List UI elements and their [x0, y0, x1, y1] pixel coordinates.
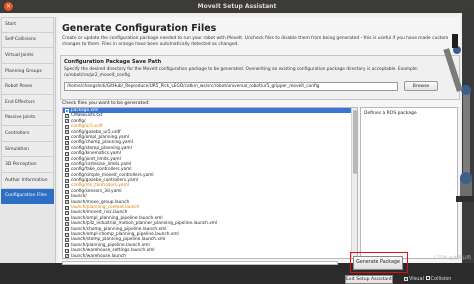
file-row[interactable]: ✓launch/warehouse.launch — [63, 254, 357, 259]
file-checkbox[interactable]: ✓ — [65, 200, 69, 204]
robot-upper-arm — [463, 88, 470, 180]
file-checkbox[interactable]: ✓ — [65, 114, 69, 118]
sidebar-item[interactable]: Robot Poses — [1, 79, 54, 95]
file-checkbox[interactable]: ✓ — [65, 184, 69, 188]
generate-package-button[interactable]: Generate Package — [353, 256, 403, 270]
file-checkbox[interactable]: ✓ — [65, 238, 69, 242]
file-checkbox[interactable]: ✓ — [65, 146, 69, 150]
save-path-subtext: Specify the desired directory for the Mo… — [64, 67, 458, 78]
file-checkbox[interactable]: ✓ — [65, 195, 69, 199]
file-checkbox[interactable]: ✓ — [65, 125, 69, 129]
file-checkbox[interactable]: ✓ — [65, 168, 69, 172]
save-path-group: Configuration Package Save Path Specify … — [60, 55, 460, 100]
window-title: MoveIt Setup Assistant — [0, 3, 474, 10]
scrollbar-thumb[interactable] — [353, 110, 357, 174]
file-checkbox[interactable]: ✓ — [65, 119, 69, 123]
rviz-toggles: ✓Visual Collision — [404, 276, 451, 282]
file-checkbox[interactable]: ✓ — [65, 243, 69, 247]
file-checkbox[interactable]: ✓ — [65, 227, 69, 231]
sidebar-nav: StartSelf-CollisionsVirtual JointsPlanni… — [0, 17, 56, 263]
sidebar-item[interactable]: 3D Perception — [1, 157, 54, 173]
progress-bar — [62, 261, 338, 265]
files-list[interactable]: ✓package.xml✓CMakeLists.txt✓config/✓conf… — [62, 107, 358, 259]
file-checkbox[interactable]: ✓ — [65, 206, 69, 210]
file-checkbox[interactable]: ✓ — [65, 190, 69, 194]
sidebar-item[interactable]: Controllers — [1, 126, 54, 142]
sidebar-item[interactable]: Passive Joints — [1, 111, 54, 127]
robot-gripper — [452, 34, 458, 48]
sidebar-item[interactable]: Virtual Joints — [1, 48, 54, 64]
file-checkbox[interactable]: ✓ — [65, 152, 69, 156]
robot-arm-preview — [420, 28, 474, 228]
file-checkbox[interactable]: ✓ — [65, 217, 69, 221]
page-description: Create or update the configuration packa… — [62, 36, 460, 48]
page-title: Generate Configuration Files — [62, 23, 216, 34]
file-checkbox[interactable]: ✓ — [65, 249, 69, 253]
save-path-input[interactable]: /home/changshidi/GitHub/_Reproduce/UR5_P… — [64, 82, 398, 91]
file-checkbox[interactable]: ✓ — [65, 130, 69, 134]
file-checkbox[interactable]: ✓ — [65, 222, 69, 226]
file-checkbox[interactable]: ✓ — [65, 254, 69, 258]
watermark: CSDN @大鼻公鸡 — [434, 255, 471, 261]
setup-assistant-window: StartSelf-CollisionsVirtual JointsPlanni… — [0, 13, 462, 263]
file-name: launch/warehouse.launch — [71, 254, 126, 259]
window-titlebar: ✕ MoveIt Setup Assistant — [0, 0, 474, 13]
file-checkbox[interactable]: ✓ — [65, 163, 69, 167]
robot-shoulder-joint — [460, 172, 472, 184]
file-checkbox[interactable]: ✓ — [65, 179, 69, 183]
files-list-label: Check files you want to be generated: — [62, 101, 150, 106]
main-panel: Generate Configuration Files Create or u… — [58, 17, 460, 263]
robot-forearm — [443, 48, 462, 92]
sidebar-item[interactable]: Simulation — [1, 142, 54, 158]
visual-label: Visual — [409, 276, 424, 282]
sidebar-item[interactable]: End Effectors — [1, 95, 54, 111]
sidebar-item[interactable]: Configuration Files — [1, 189, 54, 205]
exit-button[interactable]: Exit Setup Assistant — [345, 275, 393, 284]
file-checkbox[interactable]: ✓ — [65, 157, 69, 161]
visual-checkbox[interactable]: ✓ — [404, 277, 408, 281]
sidebar-item[interactable]: Self-Collisions — [1, 33, 54, 49]
file-checkbox[interactable]: ✓ — [65, 173, 69, 177]
file-checkbox[interactable]: ✓ — [65, 109, 69, 113]
collision-checkbox[interactable] — [426, 276, 430, 280]
collision-label: Collision — [431, 276, 452, 282]
sidebar-item[interactable]: Author Information — [1, 173, 54, 189]
file-checkbox[interactable]: ✓ — [65, 211, 69, 215]
file-checkbox[interactable]: ✓ — [65, 136, 69, 140]
save-path-heading: Configuration Package Save Path — [64, 59, 161, 65]
file-checkbox[interactable]: ✓ — [65, 233, 69, 237]
sidebar-item[interactable]: Planning Groups — [1, 64, 54, 80]
sidebar-item[interactable]: Start — [1, 17, 54, 33]
robot-foot — [456, 196, 474, 202]
files-scrollbar[interactable] — [351, 108, 357, 258]
file-checkbox[interactable]: ✓ — [65, 141, 69, 145]
file-info-text: Defines a ROS package — [364, 111, 417, 116]
